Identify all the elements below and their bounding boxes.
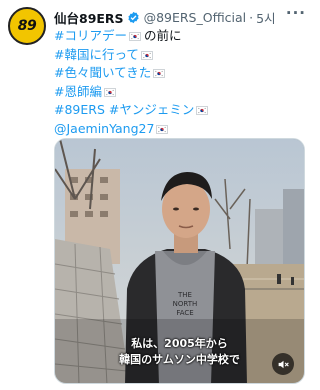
hashtag-link[interactable]: @JaeminYang27 xyxy=(54,121,154,136)
avatar[interactable]: 89 xyxy=(8,7,46,45)
tweet-text-line: @JaeminYang27 xyxy=(54,120,306,139)
hashtag-link[interactable]: #コリアデー xyxy=(54,28,127,43)
separator-dot: · xyxy=(249,9,254,25)
tweet-text-line: #色々聞いてきた xyxy=(54,64,306,83)
korea-flag-icon xyxy=(140,50,153,60)
hashtag-link[interactable]: #89ERS #ヤンジェミン xyxy=(54,102,194,117)
avatar-logo: 89 xyxy=(17,18,37,34)
tweet-video[interactable]: THE NORTH FACE 私は、2005年から 韓国のサムソン中学校で xyxy=(54,138,305,384)
timestamp[interactable]: 5시 xyxy=(256,8,275,27)
display-name[interactable]: 仙台89ERS xyxy=(54,8,124,27)
korea-flag-icon xyxy=(128,32,141,41)
tweet: 89 仙台89ERS @89ERS_Official · 5시 ··· #コリア… xyxy=(0,0,314,390)
user-handle[interactable]: @89ERS_Official xyxy=(144,10,247,25)
video-subtitle-line-1: 私は、2005年から xyxy=(131,337,228,350)
hashtag-link[interactable]: #色々聞いてきた xyxy=(54,65,151,80)
korea-flag-icon xyxy=(153,69,166,78)
speaker-muted-icon[interactable] xyxy=(272,353,294,375)
tweet-text-line: #コリアデー の前に xyxy=(54,27,306,46)
hashtag-link[interactable]: #韓国に行って xyxy=(54,47,139,62)
hashtag-link[interactable]: #恩師編 xyxy=(54,84,102,99)
tweet-header: 仙台89ERS @89ERS_Official · 5시 ··· xyxy=(54,6,306,27)
svg-text:FACE: FACE xyxy=(176,309,193,317)
tweet-plain-text: の前に xyxy=(143,28,182,43)
korea-flag-icon xyxy=(103,87,116,97)
tweet-text-line: #恩師編 xyxy=(54,83,306,102)
korea-flag-icon xyxy=(156,124,169,134)
tweet-text-line: #韓国に行って xyxy=(54,46,306,65)
tweet-text: #コリアデー の前に #韓国に行って #色々聞いてきた #恩師編 #89ERS #ヤンジェ… xyxy=(54,27,306,138)
verified-badge-icon xyxy=(127,11,140,24)
svg-text:THE: THE xyxy=(177,291,192,299)
korea-flag-icon xyxy=(196,106,209,115)
video-subtitle-line-2: 韓国のサムソン中学校で xyxy=(119,353,240,366)
more-options-icon[interactable]: ··· xyxy=(286,6,306,21)
svg-text:NORTH: NORTH xyxy=(173,300,198,308)
tweet-text-line: #89ERS #ヤンジェミン xyxy=(54,101,306,120)
